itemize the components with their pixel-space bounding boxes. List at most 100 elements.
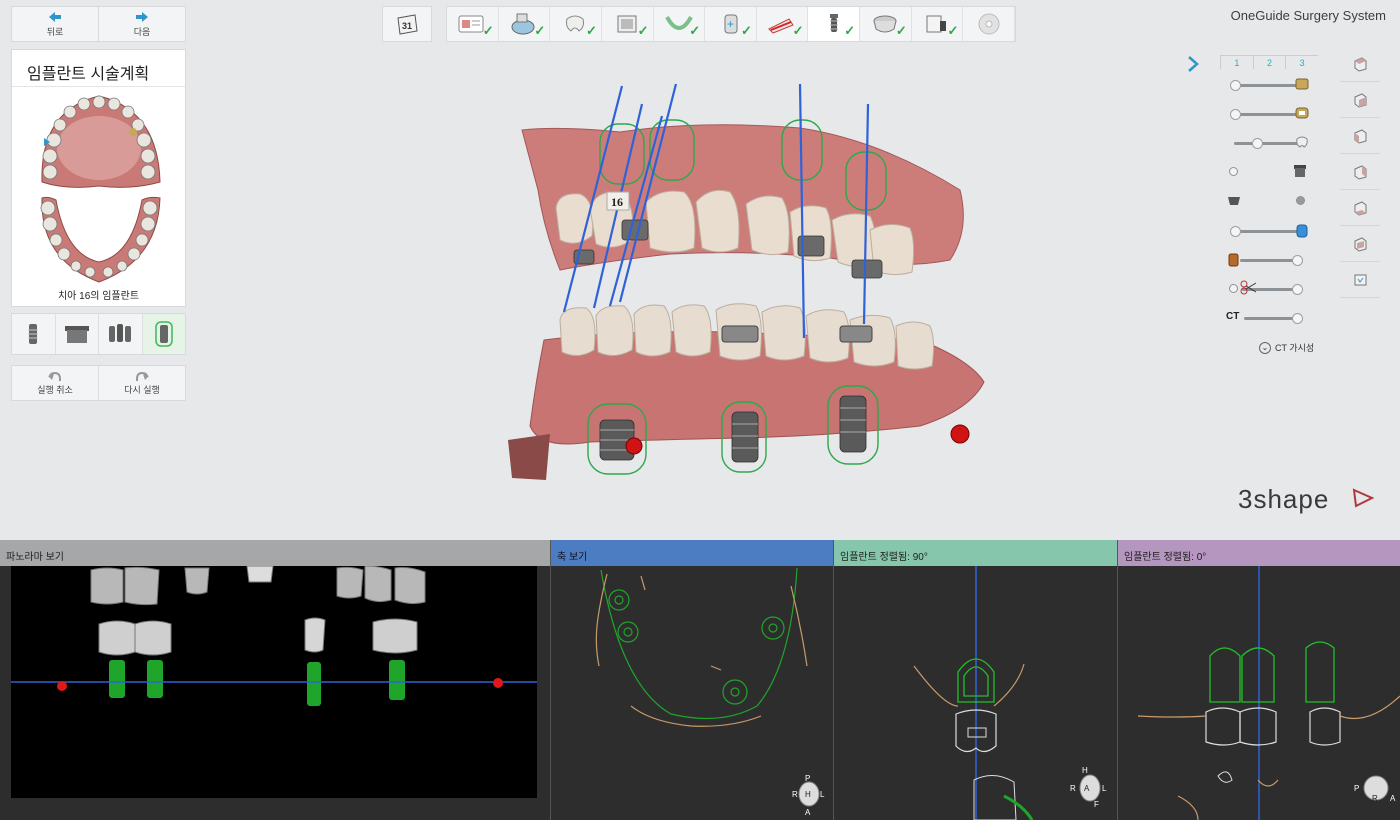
implant-only-option[interactable] bbox=[12, 314, 56, 354]
view-orientation-buttons bbox=[1340, 46, 1380, 298]
3d-viewport[interactable]: 16 bbox=[500, 80, 1000, 490]
implant-0-view-title: 임플란트 정렬됨: 0° bbox=[1118, 540, 1400, 566]
view-bottom-button[interactable] bbox=[1340, 226, 1380, 262]
step-ct-align[interactable]: ✓ bbox=[602, 7, 654, 41]
reference-marker[interactable] bbox=[625, 437, 643, 455]
check-icon: ✓ bbox=[740, 23, 752, 38]
slider-knob[interactable] bbox=[1252, 138, 1263, 149]
axial-view[interactable]: 축 보기 P R H L A bbox=[550, 540, 833, 820]
lower-implant-head[interactable] bbox=[721, 325, 759, 343]
nerve-visibility-slider[interactable] bbox=[1228, 251, 1310, 269]
crown-visibility-slider[interactable] bbox=[1228, 76, 1310, 94]
ct-visibility-label: CT 가시성 bbox=[1275, 343, 1315, 353]
visibility-level-3[interactable]: 3 bbox=[1285, 56, 1318, 69]
view-left-button[interactable] bbox=[1340, 154, 1380, 190]
slider-knob[interactable] bbox=[1292, 255, 1303, 266]
collapse-panel-chevron-icon[interactable] bbox=[1186, 54, 1200, 74]
slider-knob[interactable] bbox=[1292, 284, 1303, 295]
ct-visibility-slider[interactable]: CT bbox=[1226, 309, 1310, 327]
cut-visibility-slider[interactable] bbox=[1228, 280, 1310, 298]
panorama-image bbox=[11, 565, 537, 706]
implant-visibility-slider[interactable] bbox=[1228, 222, 1310, 240]
guide-visibility-radio[interactable] bbox=[1296, 196, 1305, 205]
view-cube-right-icon bbox=[1354, 200, 1367, 216]
view-cube-front-icon bbox=[1354, 92, 1367, 108]
view-back-button[interactable] bbox=[1340, 118, 1380, 154]
panorama-canvas[interactable] bbox=[11, 565, 537, 798]
orient-top: H bbox=[1082, 766, 1088, 775]
lower-implant-head[interactable] bbox=[839, 325, 873, 343]
disc-icon bbox=[978, 13, 1000, 35]
calendar-icon: 31 bbox=[397, 14, 418, 35]
step-export[interactable] bbox=[963, 7, 1016, 41]
implant-aligned-90-view[interactable]: 임플란트 정렬됨: 90° H R A L F bbox=[833, 540, 1117, 820]
wax-visibility-slider[interactable] bbox=[1228, 105, 1310, 123]
check-icon: ✓ bbox=[586, 23, 597, 38]
calendar-label: 31 bbox=[402, 21, 412, 31]
view-top-button[interactable] bbox=[1340, 46, 1380, 82]
next-label: 다음 bbox=[133, 26, 151, 37]
orient-bottom: F bbox=[1094, 800, 1099, 809]
step-patient-info[interactable]: ✓ bbox=[447, 7, 499, 41]
reference-marker[interactable] bbox=[950, 424, 970, 444]
view-reset-button[interactable] bbox=[1340, 262, 1380, 298]
gingiva-edge bbox=[508, 434, 550, 480]
head-orientation-icon bbox=[1363, 775, 1389, 801]
visibility-level-2[interactable]: 2 bbox=[1252, 56, 1286, 69]
drill-guide-icon bbox=[1228, 197, 1240, 205]
view-cube-back-icon bbox=[1354, 128, 1367, 144]
step-nerve[interactable]: ✓ bbox=[757, 7, 809, 41]
redo-button[interactable]: 다시 실행 bbox=[99, 366, 185, 400]
redo-icon bbox=[136, 371, 149, 381]
slider-knob[interactable] bbox=[1230, 80, 1241, 91]
orient-right: L bbox=[820, 790, 825, 799]
next-button[interactable]: 다음 bbox=[99, 7, 185, 41]
logo-text: 3shape bbox=[1238, 484, 1330, 514]
step-add-implant[interactable]: + ✓ bbox=[705, 7, 757, 41]
crown-wax-icon bbox=[1295, 107, 1309, 119]
sleeve-option[interactable] bbox=[56, 314, 99, 354]
tooth-number-label: 16 bbox=[611, 195, 623, 209]
implant-90-view-title: 임플란트 정렬됨: 90° bbox=[834, 540, 1117, 566]
orient-center: A bbox=[1084, 784, 1090, 793]
axial-view-title: 축 보기 bbox=[551, 540, 833, 566]
implant-aligned-0-view[interactable]: 임플란트 정렬됨: 0° P R A bbox=[1117, 540, 1400, 820]
lower-jaw[interactable] bbox=[40, 196, 161, 283]
view-right-button[interactable] bbox=[1340, 190, 1380, 226]
tooth-visibility-slider[interactable] bbox=[1228, 134, 1310, 152]
check-icon: ✓ bbox=[534, 23, 546, 38]
step-arch[interactable]: ✓ bbox=[654, 7, 706, 41]
view-front-button[interactable] bbox=[1340, 82, 1380, 118]
slider-knob[interactable] bbox=[1292, 313, 1303, 324]
view-cube-left-icon bbox=[1354, 164, 1367, 180]
upper-jaw[interactable] bbox=[41, 95, 161, 188]
orient-center: R bbox=[1372, 794, 1378, 803]
undo-button[interactable]: 실행 취소 bbox=[12, 366, 99, 400]
orient-left: P bbox=[1354, 784, 1360, 793]
check-icon: ✓ bbox=[689, 23, 701, 38]
step-scan-import[interactable]: ✓ bbox=[499, 7, 551, 41]
step-implant-planning[interactable]: ✓ bbox=[808, 7, 861, 41]
slider-knob[interactable] bbox=[1230, 109, 1241, 120]
check-icon: ✓ bbox=[482, 23, 494, 38]
arrow-right-icon bbox=[136, 11, 148, 22]
jaw-overview[interactable] bbox=[12, 90, 187, 290]
panorama-view[interactable]: 파노라마 보기 bbox=[0, 540, 550, 820]
slider-knob[interactable] bbox=[1230, 226, 1241, 237]
sleeve-visibility-radio[interactable] bbox=[1229, 167, 1238, 176]
implant-with-sleeve-option[interactable] bbox=[142, 314, 185, 354]
step-guide-design[interactable]: ✓ bbox=[860, 7, 912, 41]
check-icon: ✓ bbox=[895, 23, 907, 38]
check-icon: ✓ bbox=[792, 23, 804, 38]
back-button[interactable]: 뒤로 bbox=[12, 7, 99, 41]
implant-group-option[interactable] bbox=[99, 314, 143, 354]
step-drill-protocol[interactable]: ✓ bbox=[912, 7, 964, 41]
step-tooth-model[interactable]: ✓ bbox=[550, 7, 602, 41]
visibility-level-1[interactable]: 1 bbox=[1220, 56, 1253, 69]
ct-label: CT bbox=[1226, 311, 1240, 322]
crown-gold-icon bbox=[1295, 78, 1309, 90]
orient-right: L bbox=[1102, 784, 1107, 793]
ct-visibility-toggle[interactable]: ⌄ CT 가시성 bbox=[1259, 341, 1314, 354]
orient-left: R bbox=[792, 790, 798, 799]
calendar-button[interactable]: 31 bbox=[382, 6, 432, 42]
